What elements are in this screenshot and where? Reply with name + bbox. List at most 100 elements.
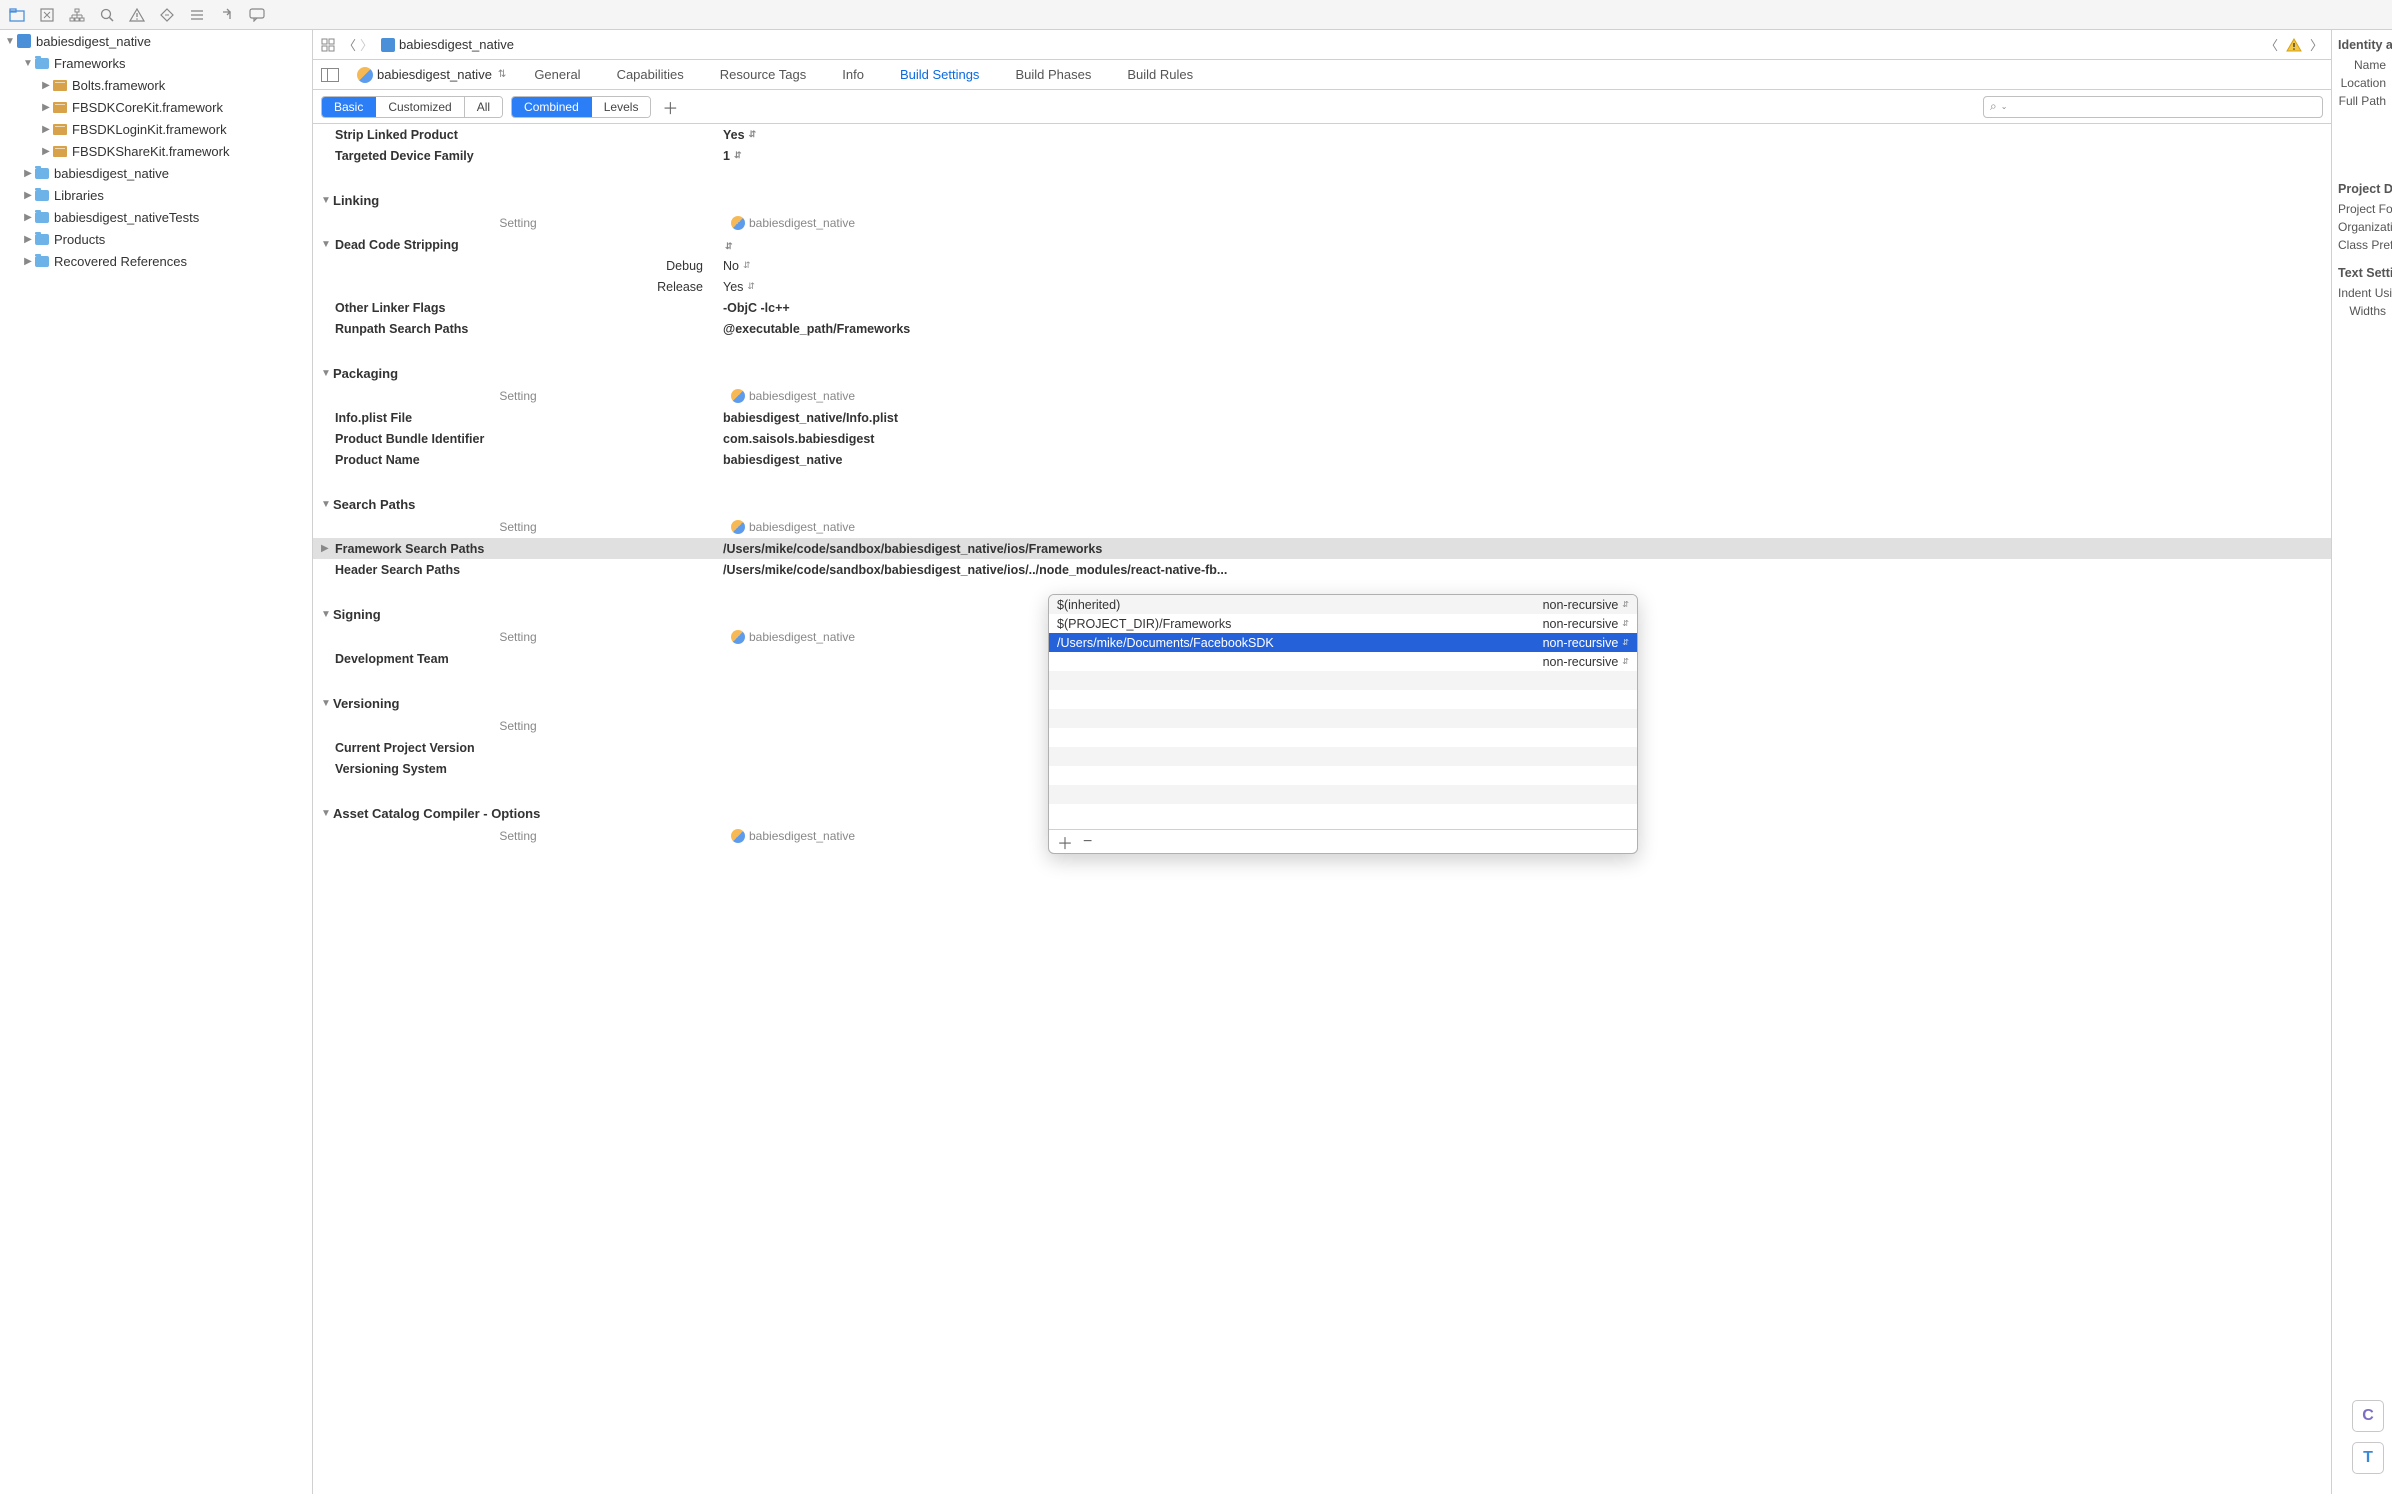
nav-item[interactable]: ▶FBSDKLoginKit.framework (0, 118, 312, 140)
setting-value[interactable]: @executable_path/Frameworks (723, 322, 2331, 336)
disclosure-arrow-icon[interactable]: ▶ (22, 212, 34, 223)
disclosure-arrow-icon[interactable]: ▶ (22, 234, 34, 245)
setting-value[interactable]: babiesdigest_native (723, 453, 2331, 467)
setting-value[interactable]: babiesdigest_native/Info.plist (723, 411, 2331, 425)
section-header[interactable]: ▼Linking (313, 188, 2331, 212)
project-root[interactable]: ▼ babiesdigest_native (0, 30, 312, 52)
hierarchy-icon[interactable] (68, 6, 86, 24)
tag-icon[interactable] (158, 6, 176, 24)
setting-value[interactable]: ⇵ (723, 238, 2331, 252)
nav-item[interactable]: ▼Frameworks (0, 52, 312, 74)
disclosure-arrow-icon[interactable]: ▼ (321, 499, 333, 510)
setting-value[interactable]: 1 ⇵ (723, 149, 2331, 163)
disclosure-arrow-icon[interactable]: ▼ (4, 36, 16, 47)
snippet-c-icon[interactable]: C (2352, 1400, 2384, 1432)
nav-item[interactable]: ▶babiesdigest_nativeTests (0, 206, 312, 228)
warning-icon[interactable] (2286, 38, 2302, 52)
popup-recursive[interactable]: non-recursive (1543, 617, 1623, 631)
nav-item[interactable]: ▶FBSDKShareKit.framework (0, 140, 312, 162)
comment-icon[interactable] (248, 6, 266, 24)
popup-path[interactable]: $(PROJECT_DIR)/Frameworks (1057, 617, 1543, 631)
tab-build-phases[interactable]: Build Phases (997, 60, 1109, 90)
popup-path[interactable]: $(inherited) (1057, 598, 1543, 612)
search-input[interactable]: ⌕ ⌄ (1983, 96, 2323, 118)
list-icon[interactable] (188, 6, 206, 24)
setting-row[interactable]: Header Search Paths/Users/mike/code/sand… (313, 559, 2331, 580)
disclosure-arrow-icon[interactable]: ▶ (40, 124, 52, 135)
nav-item[interactable]: ▶Bolts.framework (0, 74, 312, 96)
seg-levels[interactable]: Levels (591, 97, 651, 117)
setting-value[interactable]: /Users/mike/code/sandbox/babiesdigest_na… (723, 563, 2331, 577)
folder-icon[interactable] (8, 6, 26, 24)
disclosure-arrow-icon[interactable]: ▶ (22, 168, 34, 179)
breadcrumb[interactable]: babiesdigest_native (381, 37, 514, 52)
popup-recursive[interactable]: non-recursive (1543, 598, 1623, 612)
popup-row[interactable]: $(inherited)non-recursive⇵ (1049, 595, 1637, 614)
add-path-button[interactable]: ＋ (1057, 830, 1073, 854)
section-header[interactable]: ▼Search Paths (313, 492, 2331, 516)
snippet-t-icon[interactable]: T (2352, 1442, 2384, 1474)
setting-row[interactable]: DebugNo ⇵ (313, 255, 2331, 276)
setting-row[interactable]: Targeted Device Family1 ⇵ (313, 145, 2331, 166)
warning-icon[interactable] (128, 6, 146, 24)
nav-item[interactable]: ▶Products (0, 228, 312, 250)
disclosure-arrow-icon[interactable]: ▼ (321, 195, 333, 206)
disclosure-arrow-icon[interactable]: ▼ (321, 239, 331, 250)
disclosure-arrow-icon[interactable]: ▼ (22, 58, 34, 69)
disclosure-arrow-icon[interactable]: ▶ (40, 80, 52, 91)
panel-icon[interactable] (321, 68, 339, 82)
nav-item[interactable]: ▶babiesdigest_native (0, 162, 312, 184)
disclosure-arrow-icon[interactable]: ▼ (321, 698, 333, 709)
symbol-icon[interactable] (38, 6, 56, 24)
forward-small-icon[interactable]: 〉 (2310, 35, 2323, 54)
disclosure-arrow-icon[interactable]: ▶ (40, 146, 52, 157)
nav-item[interactable]: ▶Libraries (0, 184, 312, 206)
seg-all[interactable]: All (464, 97, 502, 117)
setting-value[interactable]: com.saisols.babiesdigest (723, 432, 2331, 446)
tab-resource-tags[interactable]: Resource Tags (702, 60, 824, 90)
popup-row[interactable]: non-recursive⇵ (1049, 652, 1637, 671)
popup-recursive[interactable]: non-recursive (1543, 636, 1623, 650)
tab-build-settings[interactable]: Build Settings (882, 60, 998, 90)
popup-path[interactable]: /Users/mike/Documents/FacebookSDK (1057, 636, 1543, 650)
setting-row[interactable]: Other Linker Flags-ObjC -lc++ (313, 297, 2331, 318)
popup-row[interactable]: /Users/mike/Documents/FacebookSDKnon-rec… (1049, 633, 1637, 652)
setting-value[interactable]: Yes ⇵ (723, 280, 2331, 294)
popup-row[interactable]: $(PROJECT_DIR)/Frameworksnon-recursive⇵ (1049, 614, 1637, 633)
popup-recursive[interactable]: non-recursive (1543, 655, 1623, 669)
add-button[interactable]: ＋ (659, 96, 681, 118)
back-icon[interactable]: 〈 (343, 35, 356, 54)
disclosure-arrow-icon[interactable]: ▶ (22, 190, 34, 201)
search-icon[interactable] (98, 6, 116, 24)
disclosure-arrow-icon[interactable]: ▼ (321, 609, 333, 620)
forward-icon[interactable]: 〉 (360, 35, 373, 54)
setting-row[interactable]: ▼Dead Code Stripping ⇵ (313, 234, 2331, 255)
disclosure-arrow-icon[interactable]: ▼ (321, 368, 333, 379)
disclosure-arrow-icon[interactable]: ▼ (321, 808, 333, 819)
setting-row[interactable]: Runpath Search Paths@executable_path/Fra… (313, 318, 2331, 339)
back-small-icon[interactable]: 〈 (2265, 35, 2278, 54)
setting-value[interactable]: No ⇵ (723, 259, 2331, 273)
remove-path-button[interactable]: − (1083, 833, 1092, 851)
tab-general[interactable]: General (516, 60, 598, 90)
setting-row[interactable]: ReleaseYes ⇵ (313, 276, 2331, 297)
disclosure-arrow-icon[interactable]: ▶ (40, 102, 52, 113)
setting-row[interactable]: Product Bundle Identifiercom.saisols.bab… (313, 428, 2331, 449)
setting-value[interactable]: Yes ⇵ (723, 128, 2331, 142)
nav-item[interactable]: ▶Recovered References (0, 250, 312, 272)
tab-build-rules[interactable]: Build Rules (1109, 60, 1211, 90)
nav-item[interactable]: ▶FBSDKCoreKit.framework (0, 96, 312, 118)
disclosure-arrow-icon[interactable]: ▶ (22, 256, 34, 267)
seg-basic[interactable]: Basic (322, 97, 375, 117)
grid-icon[interactable] (321, 38, 335, 52)
tab-info[interactable]: Info (824, 60, 882, 90)
section-header[interactable]: ▼Packaging (313, 361, 2331, 385)
tab-capabilities[interactable]: Capabilities (599, 60, 702, 90)
disclosure-arrow-icon[interactable]: ▶ (321, 543, 329, 554)
setting-row[interactable]: Info.plist Filebabiesdigest_native/Info.… (313, 407, 2331, 428)
arrow-icon[interactable] (218, 6, 236, 24)
seg-customized[interactable]: Customized (375, 97, 463, 117)
target-selector[interactable]: babiesdigest_native ⇅ (347, 67, 516, 83)
setting-value[interactable]: -ObjC -lc++ (723, 301, 2331, 315)
setting-row[interactable]: Strip Linked ProductYes ⇵ (313, 124, 2331, 145)
